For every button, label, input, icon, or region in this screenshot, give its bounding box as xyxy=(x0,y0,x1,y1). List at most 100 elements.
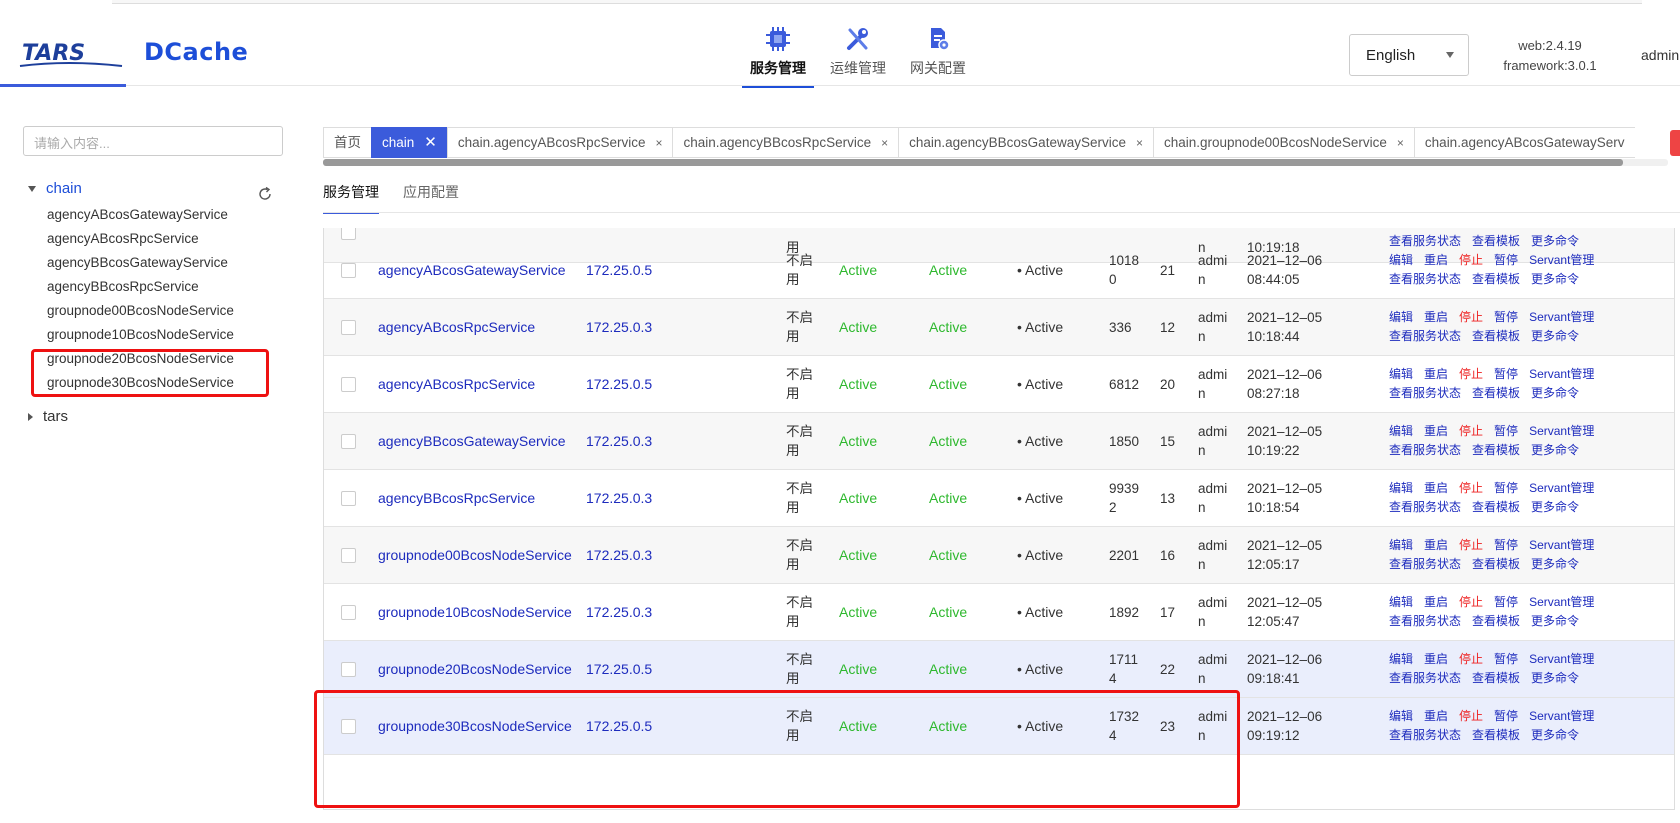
tree-leaf[interactable]: agencyABcosRpcService xyxy=(47,228,234,252)
stop-link[interactable]: 停止 xyxy=(1459,652,1483,666)
user-menu[interactable]: admin xyxy=(1641,47,1679,63)
node-ip-link[interactable]: 172.25.0.3 xyxy=(586,584,652,640)
scrollbar-thumb[interactable] xyxy=(323,159,1623,166)
tab-item[interactable]: chain.agencyABcosGatewayServ xyxy=(1413,127,1635,158)
view-template-link[interactable]: 查看模板 xyxy=(1472,557,1520,571)
edit-link[interactable]: 编辑 xyxy=(1389,652,1413,666)
tree-node-tars[interactable]: tars xyxy=(28,408,68,425)
stop-link[interactable]: 停止 xyxy=(1459,538,1483,552)
view-status-link[interactable]: 查看服务状态 xyxy=(1389,386,1461,400)
more-commands-link[interactable]: 更多命令 xyxy=(1531,386,1579,400)
pause-link[interactable]: 暂停 xyxy=(1494,709,1518,723)
restart-link[interactable]: 重启 xyxy=(1424,253,1448,267)
edit-link[interactable]: 编辑 xyxy=(1389,481,1413,495)
view-status-link[interactable]: 查看服务状态 xyxy=(1389,728,1461,742)
address-bar[interactable] xyxy=(112,0,1642,4)
edit-link[interactable]: 编辑 xyxy=(1389,367,1413,381)
refresh-icon[interactable] xyxy=(257,186,273,202)
pause-link[interactable]: 暂停 xyxy=(1494,424,1518,438)
service-name-link[interactable]: groupnode10BcosNodeService xyxy=(378,584,572,640)
pause-link[interactable]: 暂停 xyxy=(1494,253,1518,267)
more-commands-link[interactable]: 更多命令 xyxy=(1531,329,1579,343)
restart-link[interactable]: 重启 xyxy=(1424,538,1448,552)
node-ip-link[interactable]: 172.25.0.3 xyxy=(586,299,652,355)
restart-link[interactable]: 重启 xyxy=(1424,709,1448,723)
node-ip-link[interactable]: 172.25.0.5 xyxy=(586,698,652,754)
row-checkbox[interactable] xyxy=(341,527,356,583)
servant-management-link[interactable]: Servant管理 xyxy=(1529,310,1594,324)
stop-link[interactable]: 停止 xyxy=(1459,709,1483,723)
close-icon[interactable]: × xyxy=(1136,136,1143,150)
tree-leaf[interactable]: agencyABcosGatewayService xyxy=(47,204,234,228)
stop-link[interactable]: 停止 xyxy=(1459,310,1483,324)
row-checkbox[interactable] xyxy=(341,242,356,298)
tab-service-management[interactable]: 服务管理 xyxy=(323,182,379,214)
servant-management-link[interactable]: Servant管理 xyxy=(1529,481,1594,495)
row-checkbox[interactable] xyxy=(341,698,356,754)
tab-item[interactable]: chain.agencyBBcosRpcService × xyxy=(672,127,899,158)
service-name-link[interactable]: agencyABcosRpcService xyxy=(378,299,535,355)
view-status-link[interactable]: 查看服务状态 xyxy=(1389,557,1461,571)
tab-item[interactable]: chain.agencyBBcosGatewayService × xyxy=(898,127,1153,158)
tabs-scrollbar[interactable] xyxy=(323,159,1668,166)
servant-management-link[interactable]: Servant管理 xyxy=(1529,652,1594,666)
servant-management-link[interactable]: Servant管理 xyxy=(1529,424,1594,438)
pause-link[interactable]: 暂停 xyxy=(1494,538,1518,552)
service-name-link[interactable]: agencyABcosGatewayService xyxy=(378,242,566,298)
tree-leaf[interactable]: groupnode00BcosNodeService xyxy=(47,300,234,324)
servant-management-link[interactable]: Servant管理 xyxy=(1529,538,1594,552)
edit-link[interactable]: 编辑 xyxy=(1389,424,1413,438)
view-template-link[interactable]: 查看模板 xyxy=(1472,443,1520,457)
row-checkbox[interactable] xyxy=(341,299,356,355)
node-ip-link[interactable]: 172.25.0.3 xyxy=(586,527,652,583)
restart-link[interactable]: 重启 xyxy=(1424,595,1448,609)
language-select[interactable]: English xyxy=(1349,34,1469,76)
close-icon[interactable]: × xyxy=(655,136,662,150)
node-ip-link[interactable]: 172.25.0.3 xyxy=(586,413,652,469)
view-status-link[interactable]: 查看服务状态 xyxy=(1389,272,1461,286)
more-commands-link[interactable]: 更多命令 xyxy=(1531,500,1579,514)
view-status-link[interactable]: 查看服务状态 xyxy=(1389,500,1461,514)
more-commands-link[interactable]: 更多命令 xyxy=(1531,728,1579,742)
restart-link[interactable]: 重启 xyxy=(1424,481,1448,495)
row-checkbox[interactable] xyxy=(341,641,356,697)
tree-leaf[interactable]: agencyBBcosGatewayService xyxy=(47,252,234,276)
edit-link[interactable]: 编辑 xyxy=(1389,253,1413,267)
stop-link[interactable]: 停止 xyxy=(1459,481,1483,495)
tab-item[interactable]: chain.groupnode00BcosNodeService × xyxy=(1153,127,1414,158)
more-commands-link[interactable]: 更多命令 xyxy=(1531,557,1579,571)
tree-node-chain[interactable]: chain xyxy=(28,180,82,197)
node-ip-link[interactable]: 172.25.0.5 xyxy=(586,242,652,298)
tars-logo[interactable]: TARS xyxy=(18,36,128,70)
servant-management-link[interactable]: Servant管理 xyxy=(1529,709,1594,723)
servant-management-link[interactable]: Servant管理 xyxy=(1529,595,1594,609)
view-template-link[interactable]: 查看模板 xyxy=(1472,329,1520,343)
edit-link[interactable]: 编辑 xyxy=(1389,595,1413,609)
node-ip-link[interactable]: 172.25.0.5 xyxy=(586,641,652,697)
stop-link[interactable]: 停止 xyxy=(1459,424,1483,438)
tab-item[interactable]: chain.agencyABcosRpcService × xyxy=(446,127,673,158)
row-checkbox[interactable] xyxy=(341,413,356,469)
more-commands-link[interactable]: 更多命令 xyxy=(1531,671,1579,685)
tree-leaf[interactable]: agencyBBcosRpcService xyxy=(47,276,234,300)
view-template-link[interactable]: 查看模板 xyxy=(1472,671,1520,685)
pause-link[interactable]: 暂停 xyxy=(1494,310,1518,324)
service-name-link[interactable]: agencyBBcosGatewayService xyxy=(378,413,566,469)
tab-app-config[interactable]: 应用配置 xyxy=(403,182,459,214)
node-ip-link[interactable]: 172.25.0.3 xyxy=(586,470,652,526)
more-commands-link[interactable]: 更多命令 xyxy=(1531,614,1579,628)
close-all-tabs-button[interactable] xyxy=(1670,130,1680,156)
nav-service-management[interactable]: 服务管理 xyxy=(738,20,818,88)
service-name-link[interactable]: agencyBBcosRpcService xyxy=(378,470,535,526)
tree-search-input[interactable]: 请输入内容... xyxy=(23,126,283,156)
stop-link[interactable]: 停止 xyxy=(1459,367,1483,381)
restart-link[interactable]: 重启 xyxy=(1424,424,1448,438)
row-checkbox[interactable] xyxy=(341,470,356,526)
service-name-link[interactable]: groupnode00BcosNodeService xyxy=(378,527,572,583)
view-template-link[interactable]: 查看模板 xyxy=(1472,728,1520,742)
view-template-link[interactable]: 查看模板 xyxy=(1472,614,1520,628)
service-name-link[interactable]: groupnode30BcosNodeService xyxy=(378,698,572,754)
stop-link[interactable]: 停止 xyxy=(1459,253,1483,267)
close-icon[interactable]: × xyxy=(1397,136,1404,150)
restart-link[interactable]: 重启 xyxy=(1424,652,1448,666)
